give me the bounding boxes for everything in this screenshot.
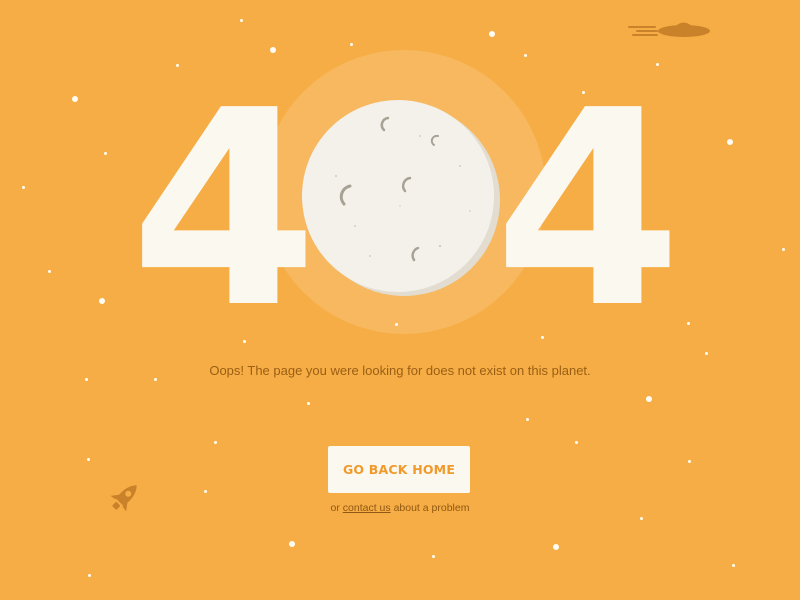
star-icon — [204, 490, 207, 493]
contact-note-suffix: about a problem — [393, 502, 470, 514]
star-icon — [646, 396, 652, 402]
star-icon — [732, 564, 735, 567]
error-message: Oops! The page you were looking for does… — [209, 363, 591, 378]
error-digit-right: 4 — [494, 52, 682, 367]
star-icon — [85, 378, 88, 381]
star-icon — [782, 248, 785, 251]
star-icon — [240, 19, 243, 22]
error-404-page: 4 4 Oops! The page you were looking for … — [0, 0, 800, 600]
star-icon — [575, 441, 578, 444]
star-icon — [22, 186, 25, 189]
star-icon — [640, 517, 643, 520]
star-icon — [705, 352, 708, 355]
contact-us-link[interactable]: contact us — [343, 502, 391, 514]
star-icon — [727, 139, 733, 145]
star-icon — [688, 460, 691, 463]
ufo-icon — [628, 22, 710, 37]
go-back-home-button[interactable]: GO BACK HOME — [328, 446, 470, 493]
star-icon — [489, 31, 495, 37]
star-icon — [214, 441, 217, 444]
moon-icon — [302, 100, 500, 296]
contact-note-prefix: or — [330, 502, 340, 514]
error-digit-left: 4 — [130, 52, 318, 367]
contact-note: or contact us about a problem — [0, 502, 800, 514]
star-icon — [154, 378, 157, 381]
star-icon — [526, 418, 529, 421]
star-icon — [88, 574, 91, 577]
star-icon — [432, 555, 435, 558]
star-icon — [48, 270, 51, 273]
star-icon — [553, 544, 559, 550]
star-icon — [307, 402, 310, 405]
star-icon — [87, 458, 90, 461]
star-icon — [99, 298, 105, 304]
star-icon — [104, 152, 107, 155]
star-icon — [72, 96, 78, 102]
star-icon — [687, 322, 690, 325]
star-icon — [289, 541, 295, 547]
star-icon — [350, 43, 353, 46]
